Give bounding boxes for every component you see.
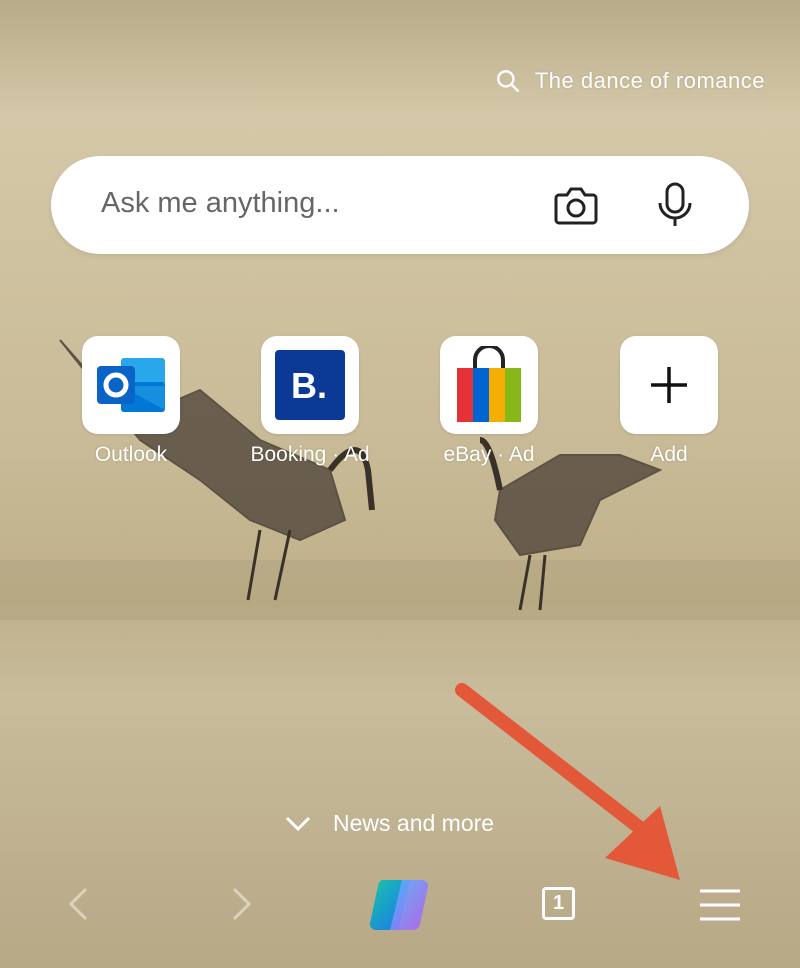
tabs-count-button[interactable]: 1 <box>542 887 575 920</box>
quick-link-label: Booking · Ad <box>250 443 370 466</box>
background-caption-link[interactable]: The dance of romance <box>495 66 765 96</box>
plus-icon <box>651 367 687 403</box>
booking-logo-icon: B. <box>275 350 345 420</box>
back-arrow-icon[interactable] <box>66 886 92 922</box>
search-bar[interactable]: Ask me anything... <box>51 156 749 254</box>
camera-icon[interactable] <box>553 183 599 227</box>
menu-hamburger-icon[interactable] <box>698 888 742 922</box>
news-and-more-button[interactable]: News and more <box>285 810 494 837</box>
copilot-icon[interactable] <box>368 876 432 934</box>
shopping-bag-icon <box>457 346 521 422</box>
background-caption-text: The dance of romance <box>534 68 765 93</box>
search-placeholder: Ask me anything... <box>101 187 340 219</box>
news-and-more-label: News and more <box>333 810 495 836</box>
quick-link-label: Outlook <box>94 443 168 466</box>
quick-link-add[interactable]: Add <box>589 336 749 467</box>
quick-link-label: eBay · Ad <box>443 443 535 466</box>
forward-arrow-icon[interactable] <box>228 886 254 922</box>
svg-text:B.: B. <box>291 365 327 406</box>
search-icon <box>496 70 519 93</box>
quick-link-ebay[interactable]: eBay · Ad <box>409 336 569 467</box>
quick-link-label: Add <box>650 443 688 466</box>
quick-link-booking[interactable]: B. Booking · Ad <box>230 336 390 467</box>
quick-link-outlook[interactable]: Outlook <box>51 336 211 467</box>
outlook-logo-icon <box>97 358 165 412</box>
microphone-icon[interactable] <box>655 181 695 229</box>
chevron-down-icon <box>285 816 311 831</box>
